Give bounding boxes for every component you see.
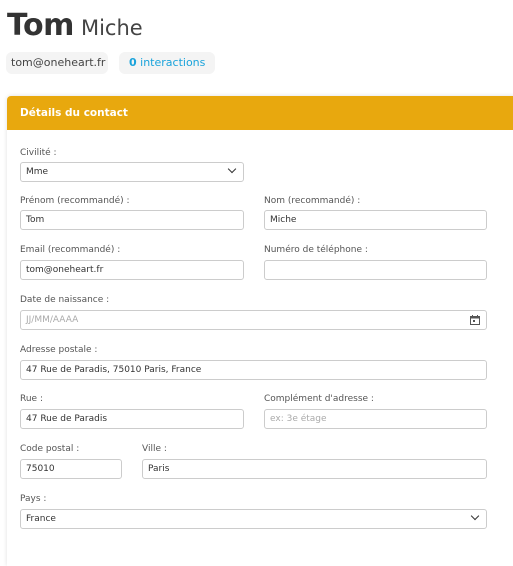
chevron-down-icon xyxy=(470,511,480,521)
nom-label: Nom (recommandé) : xyxy=(264,196,361,206)
civilite-value: Mme xyxy=(26,167,49,177)
pays-value: France xyxy=(26,514,56,524)
contact-first-name: Tom xyxy=(7,8,74,43)
naissance-placeholder: JJ/MM/AAAA xyxy=(26,315,79,325)
calendar-icon[interactable] xyxy=(470,315,480,325)
interactions-count: 0 xyxy=(129,56,137,69)
rue-input[interactable]: 47 Rue de Paradis xyxy=(20,409,244,429)
interactions-chip[interactable]: 0 interactions xyxy=(119,52,216,74)
card-header: Détails du contact xyxy=(7,96,513,130)
naissance-label: Date de naissance : xyxy=(20,295,110,305)
telephone-input[interactable] xyxy=(264,260,487,280)
complement-label: Complément d'adresse : xyxy=(264,394,374,404)
civilite-label: Civilité : xyxy=(20,148,57,158)
contact-title: Tom Miche xyxy=(7,8,143,43)
contact-details-card: Détails du contact Civilité : Mme Prénom… xyxy=(7,96,513,566)
prenom-input[interactable]: Tom xyxy=(20,210,244,230)
contact-last-name: Miche xyxy=(80,16,143,40)
email-chip[interactable]: tom@oneheart.fr xyxy=(6,52,108,74)
interactions-label: interactions xyxy=(140,56,206,69)
chevron-down-icon xyxy=(227,164,237,174)
email-input[interactable]: tom@oneheart.fr xyxy=(20,260,244,280)
adresse-label: Adresse postale : xyxy=(20,345,98,355)
prenom-label: Prénom (recommandé) : xyxy=(20,196,130,206)
nom-input[interactable]: Miche xyxy=(264,210,487,230)
ville-label: Ville : xyxy=(142,444,167,454)
civilite-select[interactable]: Mme xyxy=(20,162,244,182)
naissance-input[interactable]: JJ/MM/AAAA xyxy=(20,310,487,330)
pays-select[interactable]: France xyxy=(20,509,487,529)
complement-input[interactable]: ex: 3e étage xyxy=(264,409,487,429)
adresse-input[interactable]: 47 Rue de Paradis, 75010 Paris, France xyxy=(20,360,487,380)
ville-input[interactable]: Paris xyxy=(142,459,487,479)
rue-label: Rue : xyxy=(20,394,43,404)
code-postal-input[interactable]: 75010 xyxy=(20,459,122,479)
code-postal-label: Code postal : xyxy=(20,444,80,454)
pays-label: Pays : xyxy=(20,494,47,504)
telephone-label: Numéro de téléphone : xyxy=(264,245,368,255)
email-label: Email (recommandé) : xyxy=(20,245,121,255)
